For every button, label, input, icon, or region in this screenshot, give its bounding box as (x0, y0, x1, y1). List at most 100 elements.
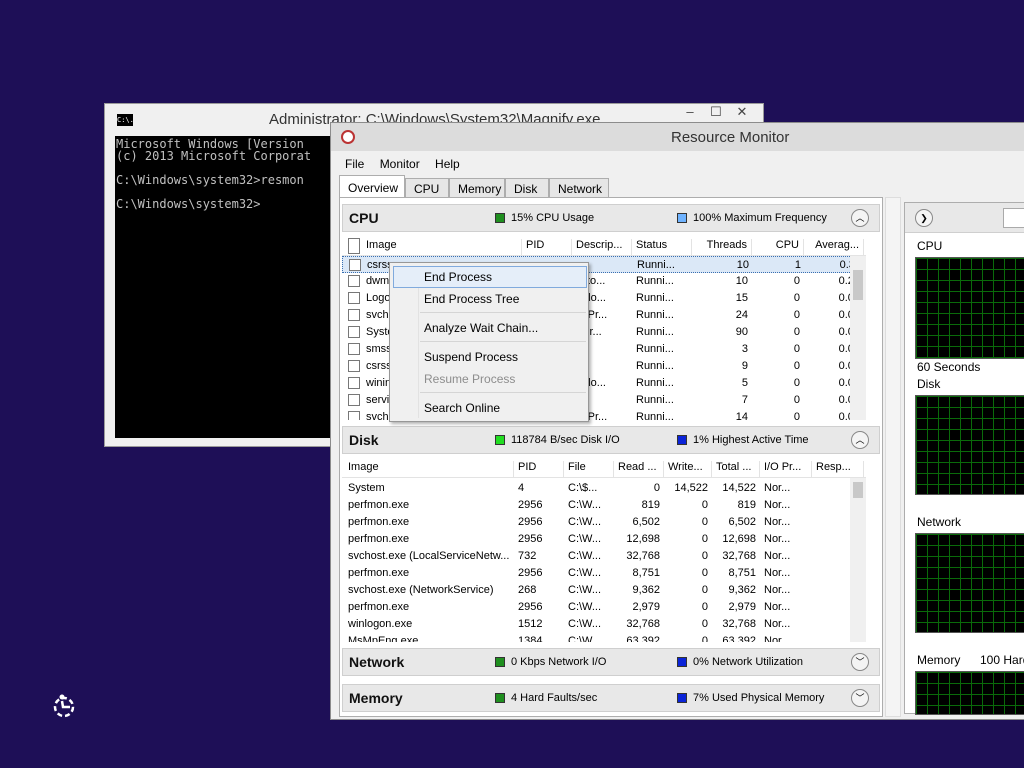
tab-overview[interactable]: Overview (339, 175, 405, 198)
ease-of-access-icon[interactable] (50, 692, 78, 720)
cpu-section-header[interactable]: CPU 15% CPU Usage 100% Maximum Frequency… (342, 204, 880, 232)
cell-cpu: 0 (793, 326, 800, 338)
cell-io-priority: Nor... (764, 635, 791, 642)
close-icon[interactable]: ✕ (729, 104, 755, 120)
row-checkbox[interactable] (348, 394, 360, 406)
row-checkbox[interactable] (348, 275, 360, 287)
expand-chevron-icon[interactable]: ﹀ (851, 689, 869, 707)
cell-threads: 10 (735, 275, 748, 287)
col-description[interactable]: Descrip... (572, 239, 632, 255)
network-util-swatch (677, 657, 687, 667)
row-checkbox[interactable] (348, 326, 360, 338)
table-row[interactable]: System4C:\$...014,52214,522Nor...7 (342, 480, 866, 497)
select-all-checkbox[interactable] (348, 238, 360, 254)
resmon-titlebar[interactable]: Resource Monitor (331, 123, 1024, 151)
disk-io-swatch (495, 435, 505, 445)
table-row[interactable]: MsMpEng.exe 1384 C:\W... 63,392 0 63,392 Nor..… (342, 633, 866, 642)
cell-pid: 732 (518, 550, 537, 562)
col-pid[interactable]: PID (514, 461, 564, 477)
cell-total: 9,362 (728, 584, 756, 596)
views-dropdown[interactable] (1003, 208, 1024, 228)
col-file[interactable]: File (564, 461, 614, 477)
cell-pid: 2956 (518, 601, 543, 613)
disk-section-header[interactable]: Disk 118784 B/sec Disk I/O 1% Highest Ac… (342, 426, 880, 454)
cell-threads: 3 (741, 343, 748, 355)
cpu-section-title: CPU (349, 210, 379, 226)
maximize-icon[interactable]: ☐ (703, 104, 729, 120)
network-section-header[interactable]: Network 0 Kbps Network I/O 0% Network Ut… (342, 648, 880, 676)
col-write[interactable]: Write... (664, 461, 712, 477)
overview-scrollbar[interactable] (885, 197, 901, 717)
tab-memory[interactable]: Memory (449, 178, 505, 198)
minimize-icon[interactable]: – (677, 104, 703, 119)
menu-help[interactable]: Help (435, 157, 460, 171)
cell-cpu: 0 (793, 343, 800, 355)
cell-io-priority: Nor... (764, 533, 791, 545)
col-response[interactable]: Resp... (812, 461, 864, 477)
graph-pane: ❯ CPU 60 Seconds Disk Network Memory 100… (904, 202, 1024, 715)
cell-status: Runni... (637, 259, 675, 271)
memory-scale-label: 100 Hard (980, 653, 1024, 667)
col-total[interactable]: Total ... (712, 461, 760, 477)
cell-write: 0 (701, 618, 708, 630)
col-status[interactable]: Status (632, 239, 692, 255)
tab-cpu[interactable]: CPU (405, 178, 449, 198)
col-read[interactable]: Read ... (614, 461, 664, 477)
menu-item-end-process-tree[interactable]: End Process Tree (424, 292, 519, 306)
menu-item-end-process[interactable]: End Process (424, 270, 492, 284)
cell-read: 8,751 (632, 567, 660, 579)
tab-network[interactable]: Network (549, 178, 609, 198)
disk-io-text: 118784 B/sec Disk I/O (511, 434, 620, 446)
col-threads[interactable]: Threads (692, 239, 752, 255)
cell-pid: 1384 (518, 635, 543, 642)
cell-file: C:\W... (568, 635, 601, 642)
col-io-priority[interactable]: I/O Pr... (760, 461, 812, 477)
disk-scrollbar[interactable] (850, 478, 866, 642)
row-checkbox[interactable] (348, 343, 360, 355)
cell-io-priority: Nor... (764, 550, 791, 562)
col-image[interactable]: Image (362, 239, 522, 255)
table-row[interactable]: perfmon.exe2956C:\W...8,75108,751Nor...1 (342, 565, 866, 582)
cell-status: Runni... (636, 292, 674, 304)
table-row[interactable]: perfmon.exe2956C:\W...2,97902,979Nor...1 (342, 599, 866, 616)
memory-section-header[interactable]: Memory 4 Hard Faults/sec 7% Used Physica… (342, 684, 880, 712)
cell-cpu: 0 (793, 394, 800, 406)
cmd-console-text[interactable]: Microsoft Windows [Version (c) 2013 Micr… (115, 136, 342, 438)
col-pid[interactable]: PID (522, 239, 572, 255)
cpu-frequency-swatch (677, 213, 687, 223)
menu-item-search-online[interactable]: Search Online (424, 401, 500, 415)
cpu-scrollbar[interactable] (850, 256, 866, 420)
table-row[interactable]: perfmon.exe2956C:\W...6,50206,502Nor...3 (342, 514, 866, 531)
collapse-chevron-icon[interactable]: ︿ (851, 431, 869, 449)
table-row[interactable]: winlogon.exe 1512 C:\W... 32,768 0 32,768 Nor.… (342, 616, 866, 633)
menu-file[interactable]: File (345, 157, 364, 171)
tab-disk[interactable]: Disk (505, 178, 549, 198)
menu-item-analyze-wait-chain[interactable]: Analyze Wait Chain... (424, 321, 538, 335)
expand-chevron-icon[interactable]: ﹀ (851, 653, 869, 671)
col-image[interactable]: Image (344, 461, 514, 477)
row-checkbox[interactable] (348, 377, 360, 389)
col-average[interactable]: Averag... (804, 239, 864, 255)
cell-write: 0 (701, 635, 708, 642)
cell-cpu: 0 (793, 309, 800, 321)
cell-pid: 1512 (518, 618, 543, 630)
table-row[interactable]: perfmon.exe2956C:\W...8190819Nor...7 (342, 497, 866, 514)
cell-write: 0 (701, 567, 708, 579)
memory-section-title: Memory (349, 690, 403, 706)
table-row[interactable]: perfmon.exe 2956 C:\W... 12,698 0 12,698 Nor..… (342, 531, 866, 548)
row-checkbox[interactable] (349, 259, 361, 271)
row-checkbox[interactable] (348, 292, 360, 304)
collapse-chevron-icon[interactable]: ︿ (851, 209, 869, 227)
row-checkbox[interactable] (348, 411, 360, 420)
cell-image: svchost.exe (LocalServiceNetw... (348, 550, 510, 562)
col-cpu[interactable]: CPU (752, 239, 804, 255)
menu-monitor[interactable]: Monitor (380, 157, 420, 171)
row-checkbox[interactable] (348, 360, 360, 372)
memory-faults-swatch (495, 693, 505, 703)
table-row[interactable]: svchost.exe (LocalServiceNetw... 732 C:\W.… (342, 548, 866, 565)
network-section-title: Network (349, 654, 405, 670)
table-row[interactable]: svchost.exe (NetworkService) 268 C:\W... 9,… (342, 582, 866, 599)
graph-pane-toggle-icon[interactable]: ❯ (915, 209, 933, 227)
row-checkbox[interactable] (348, 309, 360, 321)
menu-item-suspend-process[interactable]: Suspend Process (424, 350, 518, 364)
